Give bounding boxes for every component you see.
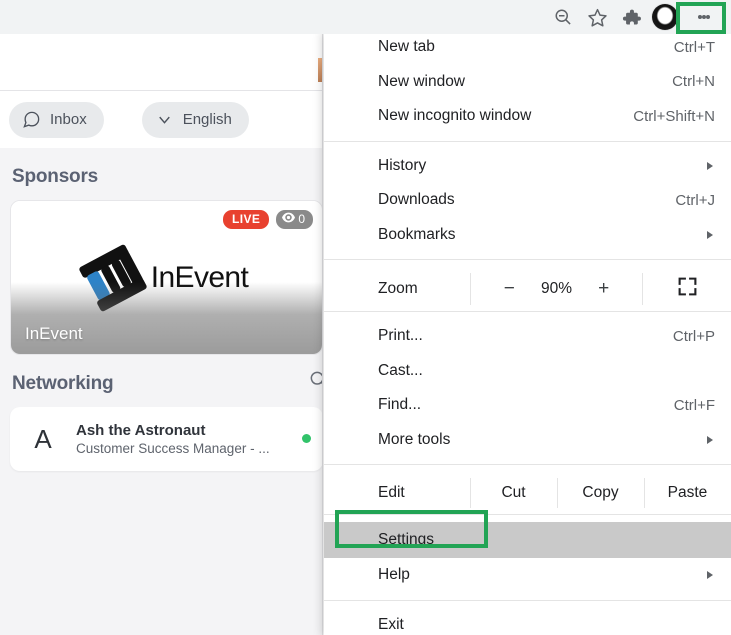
profile-avatar-icon[interactable] bbox=[648, 2, 682, 32]
menu-item-history[interactable]: History bbox=[324, 149, 731, 184]
networking-section-header: Networking bbox=[10, 355, 327, 407]
zoom-out-button[interactable]: − bbox=[496, 278, 522, 300]
extensions-puzzle-icon[interactable] bbox=[614, 2, 648, 32]
zoom-level-value: 90% bbox=[540, 280, 573, 297]
submenu-arrow-icon bbox=[707, 230, 713, 239]
menu-item-shortcut: Ctrl+J bbox=[675, 191, 715, 209]
menu-item-label: Exit bbox=[378, 615, 404, 633]
menu-item-label: New window bbox=[378, 72, 466, 90]
chat-bubble-icon bbox=[22, 110, 41, 129]
menu-item-new-tab[interactable]: New tab Ctrl+T bbox=[324, 30, 731, 65]
menu-item-find[interactable]: Find... Ctrl+F bbox=[324, 388, 731, 423]
avatar: A bbox=[34, 423, 52, 454]
person-role: Customer Success Manager - ... bbox=[76, 441, 270, 456]
submenu-arrow-icon bbox=[707, 435, 713, 444]
menu-divider bbox=[324, 259, 731, 260]
menu-item-help[interactable]: Help bbox=[324, 558, 731, 593]
menu-item-shortcut: Ctrl+N bbox=[672, 73, 715, 91]
menu-item-label: Print... bbox=[378, 327, 423, 345]
browser-toolbar bbox=[0, 0, 731, 34]
menu-item-label: More tools bbox=[378, 430, 451, 448]
inbox-button[interactable]: Inbox bbox=[9, 101, 104, 138]
menu-item-settings[interactable]: Settings bbox=[324, 522, 731, 558]
fullscreen-icon bbox=[677, 276, 698, 302]
menu-item-shortcut: Ctrl+P bbox=[672, 327, 715, 345]
menu-item-new-incognito-window[interactable]: New incognito window Ctrl+Shift+N bbox=[324, 99, 731, 134]
viewers-badge: 0 bbox=[276, 210, 313, 229]
menu-divider bbox=[324, 140, 731, 142]
sponsor-card-badges: LIVE 0 bbox=[223, 210, 313, 229]
menu-item-label: Bookmarks bbox=[378, 225, 456, 243]
networking-section-title: Networking bbox=[12, 373, 114, 394]
menu-item-label: Cast... bbox=[378, 361, 423, 379]
menu-item-shortcut: Ctrl+T bbox=[673, 38, 715, 56]
language-label: English bbox=[182, 111, 232, 128]
menu-item-label: New tab bbox=[378, 38, 435, 56]
chrome-main-menu[interactable]: New tab Ctrl+T New window Ctrl+N New inc… bbox=[324, 30, 731, 635]
menu-divider bbox=[324, 464, 731, 465]
person-name: Ash the Astronaut bbox=[76, 422, 206, 439]
page-main-content: Sponsors InEvent LIVE 0 InEvent Networki… bbox=[0, 148, 327, 635]
inbox-label: Inbox bbox=[50, 111, 87, 128]
eye-icon bbox=[282, 212, 296, 226]
live-badge: LIVE bbox=[223, 210, 270, 229]
menu-item-exit[interactable]: Exit bbox=[324, 608, 731, 635]
menu-item-cast[interactable]: Cast... bbox=[324, 354, 731, 389]
menu-item-print[interactable]: Print... Ctrl+P bbox=[324, 319, 731, 354]
edit-label: Edit bbox=[378, 484, 405, 501]
edit-row: Edit Cut Copy Paste bbox=[324, 472, 731, 514]
menu-item-label: Downloads bbox=[378, 191, 455, 209]
menu-divider bbox=[324, 599, 731, 601]
submenu-arrow-icon bbox=[707, 161, 713, 170]
menu-item-new-window[interactable]: New window Ctrl+N bbox=[324, 65, 731, 100]
zoom-label: Zoom bbox=[378, 280, 418, 297]
fullscreen-button[interactable] bbox=[643, 267, 731, 311]
menu-item-label: History bbox=[378, 156, 427, 174]
sponsor-card[interactable]: InEvent LIVE 0 InEvent bbox=[10, 200, 323, 355]
menu-item-label: Find... bbox=[378, 396, 422, 414]
viewers-count: 0 bbox=[298, 212, 305, 226]
sponsor-name: InEvent bbox=[25, 324, 83, 343]
menu-item-label: Help bbox=[378, 566, 410, 584]
zoom-in-button[interactable]: + bbox=[591, 278, 617, 300]
paste-button[interactable]: Paste bbox=[644, 472, 731, 514]
menu-item-more-tools[interactable]: More tools bbox=[324, 423, 731, 458]
cut-button[interactable]: Cut bbox=[470, 472, 557, 514]
page-toolbar-row: Inbox English bbox=[0, 91, 322, 148]
page-accent-sliver bbox=[318, 58, 322, 82]
submenu-arrow-icon bbox=[707, 571, 713, 580]
chrome-menu-button[interactable] bbox=[682, 2, 726, 32]
sponsors-section-title: Sponsors bbox=[12, 166, 99, 187]
page-header-bar bbox=[0, 34, 322, 91]
language-selector-button[interactable]: English bbox=[141, 101, 249, 138]
status-badge bbox=[302, 434, 311, 443]
menu-item-bookmarks[interactable]: Bookmarks bbox=[324, 218, 731, 253]
bookmark-star-icon[interactable] bbox=[580, 2, 614, 32]
menu-item-shortcut: Ctrl+Shift+N bbox=[633, 107, 715, 125]
chevron-down-icon bbox=[155, 110, 174, 129]
zoom-row: Zoom − 90% + bbox=[324, 267, 731, 311]
menu-item-shortcut: Ctrl+F bbox=[673, 396, 715, 414]
menu-item-label: New incognito window bbox=[378, 107, 532, 125]
copy-button[interactable]: Copy bbox=[557, 472, 644, 514]
kebab-dot-icon bbox=[706, 15, 710, 19]
list-item[interactable]: A Ash the Astronaut Customer Success Man… bbox=[10, 407, 323, 471]
avatar bbox=[652, 4, 678, 30]
menu-item-label: Settings bbox=[378, 531, 435, 548]
menu-item-downloads[interactable]: Downloads Ctrl+J bbox=[324, 183, 731, 218]
zoom-out-icon[interactable] bbox=[546, 2, 580, 32]
